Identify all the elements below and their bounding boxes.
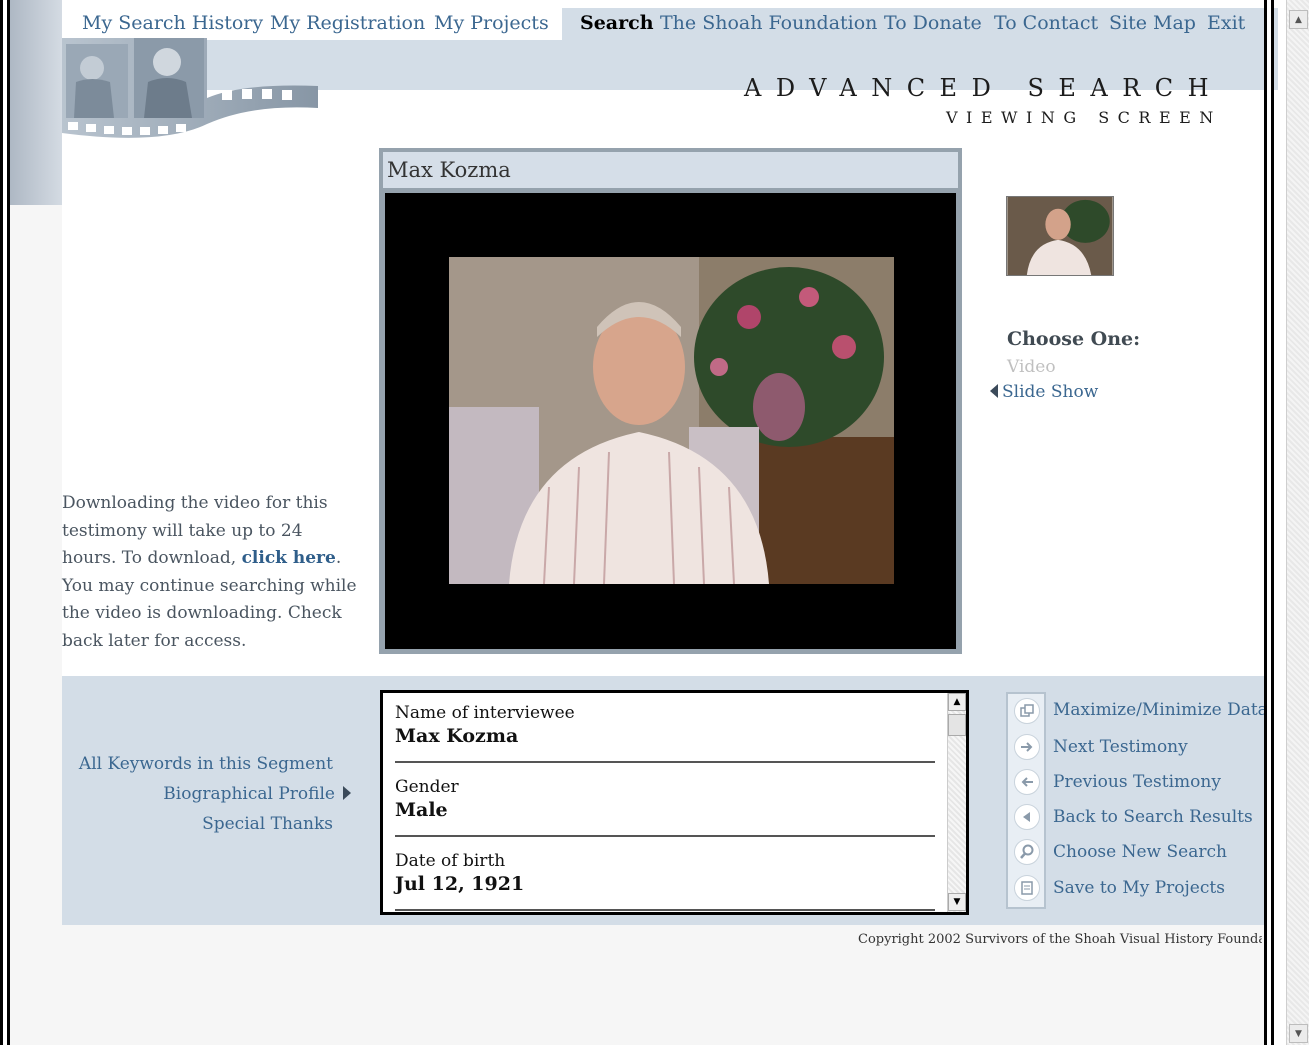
page-title: ADVANCED SEARCH: [744, 74, 1224, 102]
document-icon[interactable]: [1014, 875, 1040, 901]
left-decor-strip: [10, 0, 62, 205]
detail-row: Gender Male: [395, 771, 935, 837]
choose-video-option: Video: [1007, 357, 1056, 377]
nav-exit[interactable]: Exit: [1207, 12, 1245, 34]
maximize-minimize-link[interactable]: Maximize/Minimize Data: [1053, 700, 1268, 720]
detail-value: Max Kozma: [395, 725, 519, 747]
detail-label: Name of interviewee: [395, 703, 575, 723]
window-frame-right: [1264, 0, 1274, 1045]
scroll-thumb[interactable]: [948, 714, 966, 736]
download-notice: Downloading the video for this testimony…: [62, 490, 362, 655]
page-subtitle: VIEWING SCREEN: [946, 108, 1222, 127]
next-testimony-link[interactable]: Next Testimony: [1053, 737, 1188, 757]
triangle-left-icon: [990, 384, 998, 398]
detail-value: Jul 12, 1921: [395, 873, 525, 895]
choose-new-search-link[interactable]: Choose New Search: [1053, 842, 1227, 862]
special-thanks-link[interactable]: Special Thanks: [202, 814, 333, 834]
detail-label: Gender: [395, 777, 459, 797]
back-to-search-results-link[interactable]: Back to Search Results: [1053, 807, 1253, 827]
detail-label: Date of birth: [395, 851, 506, 871]
biographical-profile-label: Biographical Profile: [163, 784, 335, 804]
copyright-text: Copyright 2002 Survivors of the Shoah Vi…: [858, 932, 1262, 947]
detail-value: Male: [395, 799, 448, 821]
film-strip-banner: [62, 38, 318, 138]
arrow-left-icon[interactable]: [1014, 769, 1040, 795]
detail-row: Date of birth Jul 12, 1921: [395, 845, 935, 911]
magnifier-icon[interactable]: [1014, 839, 1040, 865]
window-frame-left: [0, 0, 10, 1045]
scroll-up-arrow-icon[interactable]: ▲: [948, 693, 966, 711]
nav-my-projects[interactable]: My Projects: [434, 12, 549, 34]
details-scrollbar[interactable]: ▲ ▼: [947, 693, 966, 912]
interviewee-video-frame: [449, 257, 894, 584]
video-title: Max Kozma: [383, 152, 958, 188]
back-triangle-icon[interactable]: [1014, 804, 1040, 830]
scroll-down-arrow-icon[interactable]: ▼: [948, 893, 966, 911]
page-scrollbar[interactable]: ▲ ▼: [1286, 0, 1309, 1045]
nav-my-registration[interactable]: My Registration: [270, 12, 425, 34]
choose-slideshow-option[interactable]: Slide Show: [990, 382, 1098, 402]
nav-shoah-foundation[interactable]: The Shoah Foundation: [660, 12, 877, 34]
scroll-down-arrow-icon[interactable]: ▼: [1289, 1024, 1308, 1043]
choose-one-label: Choose One:: [1007, 328, 1141, 350]
detail-row: Name of interviewee Max Kozma: [395, 697, 935, 763]
window-icon[interactable]: [1014, 698, 1040, 724]
scroll-up-arrow-icon[interactable]: ▲: [1289, 10, 1308, 29]
triangle-right-icon: [343, 786, 351, 800]
testimony-details-box[interactable]: Name of interviewee Max Kozma Gender Mal…: [380, 690, 969, 915]
slideshow-label: Slide Show: [1002, 382, 1099, 402]
save-to-my-projects-link[interactable]: Save to My Projects: [1053, 878, 1225, 898]
previous-testimony-link[interactable]: Previous Testimony: [1053, 772, 1221, 792]
nav-search[interactable]: Search: [580, 12, 654, 34]
nav-to-donate[interactable]: To Donate: [884, 12, 982, 34]
biographical-profile-link[interactable]: Biographical Profile: [163, 784, 351, 804]
download-link[interactable]: click here: [242, 548, 336, 568]
nav-to-contact[interactable]: To Contact: [994, 12, 1098, 34]
nav-my-search-history[interactable]: My Search History: [82, 12, 263, 34]
all-keywords-link[interactable]: All Keywords in this Segment: [79, 754, 333, 774]
nav-site-map[interactable]: Site Map: [1109, 12, 1196, 34]
video-thumbnail[interactable]: [1006, 196, 1114, 276]
arrow-right-icon[interactable]: [1014, 734, 1040, 760]
